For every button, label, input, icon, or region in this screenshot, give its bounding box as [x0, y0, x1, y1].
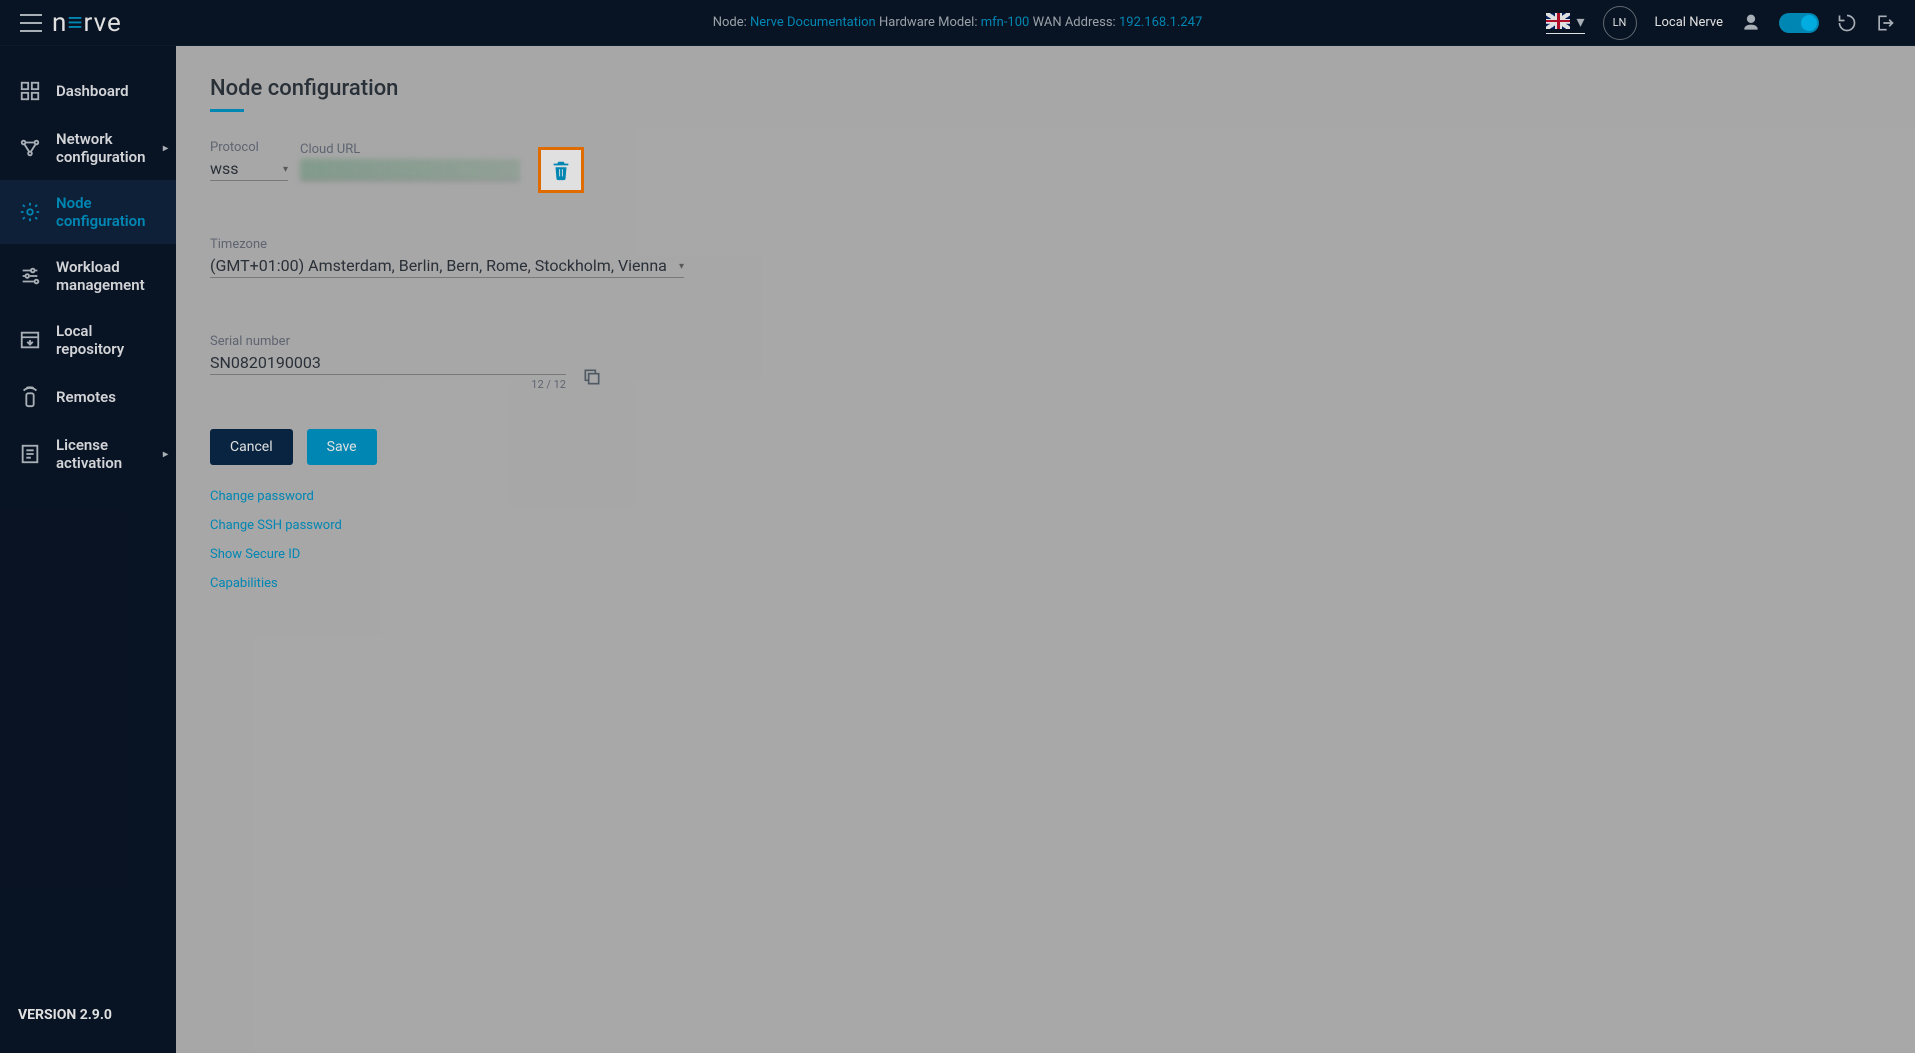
cloud-url-field[interactable]: Cloud URL	[300, 142, 520, 181]
hamburger-icon[interactable]	[20, 14, 42, 32]
sidebar-item-license-activation[interactable]: License activation ▸	[0, 422, 176, 486]
gear-icon	[18, 201, 42, 223]
timezone-label: Timezone	[210, 237, 684, 252]
sidebar-item-network-configuration[interactable]: Network configuration ▸	[0, 116, 176, 180]
page-title: Node configuration	[210, 76, 1881, 101]
toggle-switch[interactable]	[1779, 13, 1819, 33]
sidebar-item-local-repository[interactable]: Local repository	[0, 308, 176, 372]
chevron-down-icon: ▾	[1576, 12, 1584, 31]
sidebar-item-label: Remotes	[56, 388, 116, 406]
user-badge[interactable]: LN	[1603, 6, 1637, 40]
link-list: Change password Change SSH password Show…	[210, 489, 1881, 591]
sidebar-item-label: License activation	[56, 436, 158, 472]
protocol-url-row: Protocol ▾ Cloud URL	[210, 140, 1881, 181]
show-secure-id-link[interactable]: Show Secure ID	[210, 547, 1881, 562]
top-bar: n≡rve Node: Nerve Documentation Hardware…	[0, 0, 1915, 46]
dashboard-icon	[18, 80, 42, 102]
sliders-icon	[18, 265, 42, 287]
delete-cloud-button[interactable]	[538, 147, 584, 193]
chevron-right-icon: ▸	[163, 143, 168, 154]
sidebar-item-label: Local repository	[56, 322, 158, 358]
hw-value[interactable]: mfn-100	[981, 15, 1030, 30]
serial-input[interactable]	[210, 351, 566, 375]
language-selector[interactable]: ▾	[1546, 12, 1584, 34]
reboot-icon[interactable]	[1837, 13, 1857, 33]
sidebar-item-label: Workload management	[56, 258, 158, 294]
title-accent	[210, 109, 244, 112]
trash-icon	[550, 159, 572, 181]
local-nerve-label: Local Nerve	[1655, 15, 1723, 30]
header-info: Node: Nerve Documentation Hardware Model…	[713, 15, 1203, 30]
sidebar-item-label: Network configuration	[56, 130, 158, 166]
sidebar-item-workload-management[interactable]: Workload management	[0, 244, 176, 308]
remote-icon	[18, 386, 42, 408]
save-button[interactable]: Save	[307, 429, 377, 465]
cloud-url-label: Cloud URL	[300, 142, 520, 157]
serial-char-count: 12 / 12	[210, 378, 566, 391]
protocol-label: Protocol	[210, 140, 288, 155]
node-value[interactable]: Nerve Documentation	[750, 15, 876, 30]
cloud-url-input[interactable]	[300, 159, 520, 181]
protocol-field[interactable]: Protocol ▾	[210, 140, 288, 181]
sidebar-item-remotes[interactable]: Remotes	[0, 372, 176, 422]
protocol-select[interactable]	[210, 157, 288, 181]
serial-number-row: Serial number 12 / 12	[210, 334, 1881, 391]
wan-value[interactable]: 192.168.1.247	[1119, 15, 1202, 30]
brand-logo: n≡rve	[52, 7, 122, 38]
timezone-select[interactable]	[210, 254, 684, 278]
license-icon	[18, 443, 42, 465]
change-ssh-password-link[interactable]: Change SSH password	[210, 518, 1881, 533]
repository-icon	[18, 329, 42, 351]
sidebar-item-dashboard[interactable]: Dashboard	[0, 66, 176, 116]
sidebar-item-label: Dashboard	[56, 82, 129, 100]
serial-number-field[interactable]: Serial number 12 / 12	[210, 334, 566, 391]
change-password-link[interactable]: Change password	[210, 489, 1881, 504]
user-icon[interactable]	[1741, 13, 1761, 33]
capabilities-link[interactable]: Capabilities	[210, 576, 1881, 591]
network-icon	[18, 137, 42, 159]
serial-label: Serial number	[210, 334, 566, 349]
sidebar: Dashboard Network configuration ▸ Node c…	[0, 46, 176, 1053]
timezone-field[interactable]: Timezone ▾	[210, 237, 684, 278]
hw-label: Hardware Model:	[879, 15, 978, 30]
cancel-button[interactable]: Cancel	[210, 429, 293, 465]
header-right: ▾ LN Local Nerve	[1546, 6, 1895, 40]
main-content: Node configuration Protocol ▾ Cloud URL …	[176, 46, 1915, 1053]
node-label: Node:	[713, 15, 747, 30]
sidebar-item-label: Node configuration	[56, 194, 158, 230]
logout-icon[interactable]	[1875, 13, 1895, 33]
copy-icon[interactable]	[582, 367, 602, 387]
button-row: Cancel Save	[210, 429, 1881, 465]
chevron-right-icon: ▸	[163, 449, 168, 460]
wan-label: WAN Address:	[1033, 15, 1116, 30]
sidebar-item-node-configuration[interactable]: Node configuration	[0, 180, 176, 244]
version-label: VERSION 2.9.0	[0, 983, 176, 1053]
uk-flag-icon	[1546, 13, 1570, 29]
